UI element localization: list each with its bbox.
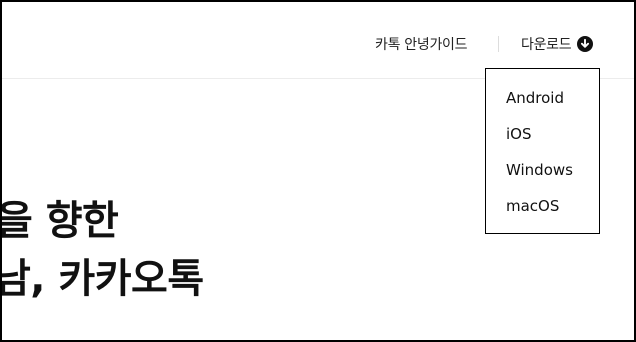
- hero-title-line-1: 을 향한: [0, 198, 119, 244]
- nav-divider: [498, 36, 499, 52]
- download-option-ios[interactable]: iOS: [506, 125, 532, 143]
- arrow-down-circle-icon: [577, 36, 594, 52]
- download-option-android[interactable]: Android: [506, 89, 564, 107]
- download-label: 다운로드: [521, 37, 572, 53]
- hero-title: 을 향한 남, 카카오톡: [0, 192, 204, 308]
- nav-guide-link[interactable]: 카톡 안녕가이드: [375, 34, 468, 54]
- download-option-macos[interactable]: macOS: [506, 197, 559, 215]
- download-menu-button[interactable]: 다운로드: [521, 34, 594, 54]
- download-option-windows[interactable]: Windows: [506, 161, 573, 179]
- download-dropdown: Android iOS Windows macOS: [485, 68, 600, 234]
- hero-title-line-2: 남, 카카오톡: [0, 256, 204, 302]
- app-frame: 카톡 안녕가이드 다운로드 Android iOS Windows macOS …: [0, 0, 636, 342]
